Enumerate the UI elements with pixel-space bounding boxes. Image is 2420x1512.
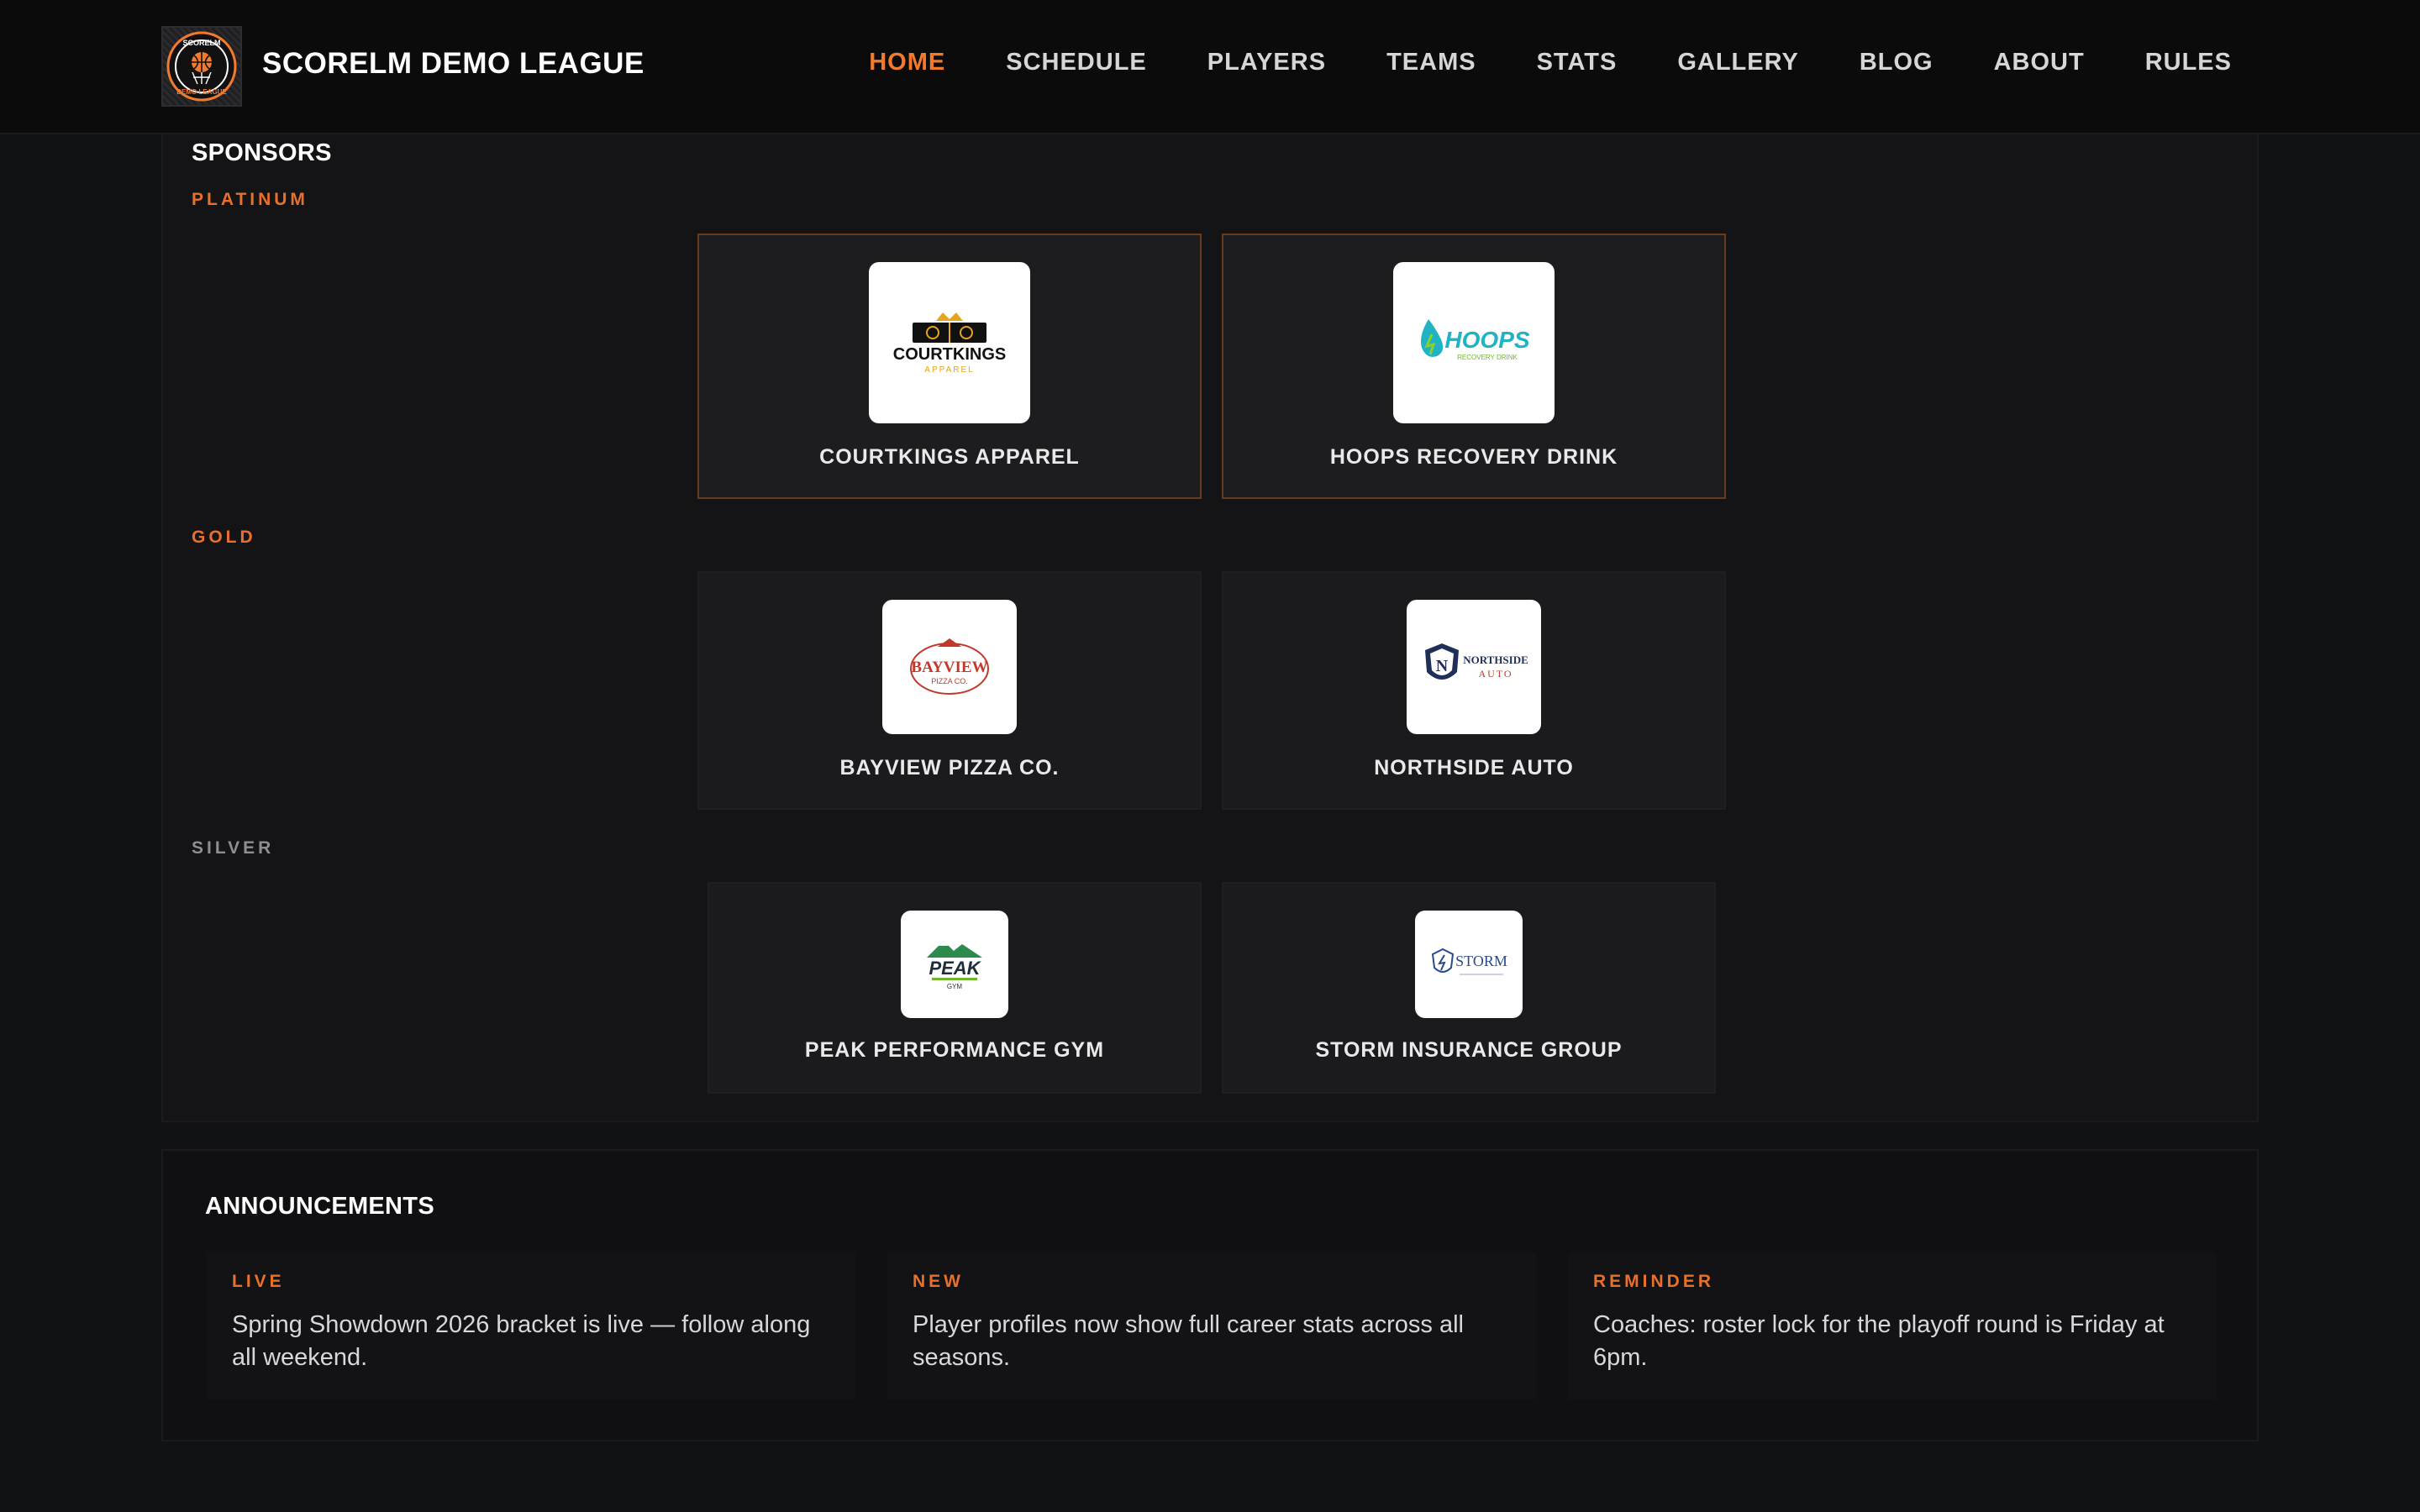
bayview-pizza-logo-icon: BAYVIEW PIZZA CO. [910, 638, 989, 695]
nav-blog[interactable]: BLOG [1860, 49, 1933, 76]
sponsor-logo-box: N NORTHSIDE AUTO [1407, 600, 1541, 734]
sponsor-logo-box: COURTKINGS APPAREL [869, 262, 1030, 423]
basketball-logo-icon: SCORELM DEMO LEAGUE [166, 31, 237, 102]
nav-gallery[interactable]: GALLERY [1677, 49, 1798, 76]
sponsor-logo-box: BAYVIEW PIZZA CO. [882, 600, 1017, 734]
sponsor-name: BAYVIEW PIZZA CO. [839, 756, 1060, 780]
storm-insurance-logo-icon: STORM [1431, 948, 1507, 975]
nav-rules[interactable]: RULES [2145, 49, 2232, 76]
sponsor-name: COURTKINGS APPAREL [819, 445, 1080, 469]
announcements-section: ANNOUNCEMENTS LIVE Spring Showdown 2026 … [161, 1149, 2259, 1441]
announcement-card[interactable]: LIVE Spring Showdown 2026 bracket is liv… [207, 1253, 855, 1399]
announcement-tag: NEW [913, 1272, 964, 1291]
courtkings-logo-text: COURTKINGS [893, 345, 1006, 364]
northside-auto-logo-icon: N NORTHSIDE AUTO [1425, 643, 1528, 680]
sponsor-logo-box: PEAK GYM [901, 911, 1008, 1018]
league-logo[interactable]: SCORELM DEMO LEAGUE [161, 26, 242, 107]
sponsor-name: NORTHSIDE AUTO [1374, 756, 1574, 780]
brand-title[interactable]: SCORELM DEMO LEAGUE [262, 47, 644, 81]
storm-logo-text: STORM [1455, 953, 1507, 969]
sponsors-title: SPONSORS [192, 139, 332, 166]
sponsor-name: STORM INSURANCE GROUP [1315, 1038, 1623, 1062]
hoops-logo-icon: HOOPS RECOVERY DRINK [1421, 319, 1530, 361]
sponsor-card-bayview[interactable]: BAYVIEW PIZZA CO. BAYVIEW PIZZA CO. [697, 571, 1202, 810]
bayview-logo-subtext: PIZZA CO. [931, 677, 968, 685]
announcements-title: ANNOUNCEMENTS [205, 1193, 434, 1220]
sponsor-logo-box: STORM [1415, 911, 1523, 1018]
announcement-text: Spring Showdown 2026 bracket is live — f… [232, 1311, 811, 1371]
announcement-card[interactable]: REMINDER Coaches: roster lock for the pl… [1568, 1253, 2217, 1399]
tier-label-platinum: PLATINUM [192, 190, 308, 209]
nav-teams[interactable]: TEAMS [1386, 49, 1476, 76]
bayview-logo-text: BAYVIEW [911, 659, 987, 676]
hoops-logo-subtext: RECOVERY DRINK [1457, 354, 1518, 361]
sponsor-card-storm[interactable]: STORM STORM INSURANCE GROUP [1222, 882, 1716, 1094]
nav-home[interactable]: HOME [869, 49, 945, 76]
peak-logo-text: PEAK [929, 958, 981, 979]
courtkings-logo-subtext: APPAREL [924, 365, 974, 375]
svg-text:DEMO LEAGUE: DEMO LEAGUE [176, 88, 227, 96]
main-nav: HOME SCHEDULE PLAYERS TEAMS STATS GALLER… [869, 49, 2232, 76]
nav-about[interactable]: ABOUT [1994, 49, 2085, 76]
nav-players[interactable]: PLAYERS [1207, 49, 1326, 76]
svg-text:N: N [1436, 657, 1449, 675]
sponsor-card-peak[interactable]: PEAK GYM PEAK PERFORMANCE GYM [708, 882, 1202, 1094]
announcement-text: Player profiles now show full career sta… [913, 1311, 1464, 1371]
tier-label-silver: SILVER [192, 838, 275, 858]
announcement-card[interactable]: NEW Player profiles now show full career… [887, 1253, 1536, 1399]
announcement-text: Coaches: roster lock for the playoff rou… [1593, 1311, 2165, 1371]
sponsor-card-hoops[interactable]: HOOPS RECOVERY DRINK HOOPS RECOVERY DRIN… [1222, 234, 1726, 499]
hoops-logo-text: HOOPS [1444, 327, 1529, 353]
courtkings-logo-icon: COURTKINGS APPAREL [893, 312, 1006, 375]
northside-logo-text: NORTHSIDE [1463, 654, 1528, 666]
announcement-tag: REMINDER [1593, 1272, 1715, 1291]
svg-text:SCORELM: SCORELM [183, 39, 221, 47]
sponsor-name: HOOPS RECOVERY DRINK [1329, 445, 1618, 469]
announcement-tag: LIVE [232, 1272, 285, 1291]
sponsor-card-northside[interactable]: N NORTHSIDE AUTO NORTHSIDE AUTO [1222, 571, 1726, 810]
peak-logo-subtext: GYM [947, 983, 963, 990]
peak-gym-logo-icon: PEAK GYM [927, 941, 982, 990]
sponsor-name: PEAK PERFORMANCE GYM [804, 1038, 1105, 1062]
nav-stats[interactable]: STATS [1537, 49, 1618, 76]
northside-logo-subtext: AUTO [1478, 668, 1512, 680]
site-header: SCORELM DEMO LEAGUE SCORELM DEMO LEAGUE … [0, 0, 2420, 134]
sponsor-card-courtkings[interactable]: COURTKINGS APPAREL COURTKINGS APPAREL [697, 234, 1202, 499]
nav-schedule[interactable]: SCHEDULE [1006, 49, 1147, 76]
sponsors-section: SPONSORS PLATINUM COURTKINGS APPAREL COU… [161, 134, 2259, 1122]
sponsor-logo-box: HOOPS RECOVERY DRINK [1393, 262, 1555, 423]
tier-label-gold: GOLD [192, 528, 256, 547]
